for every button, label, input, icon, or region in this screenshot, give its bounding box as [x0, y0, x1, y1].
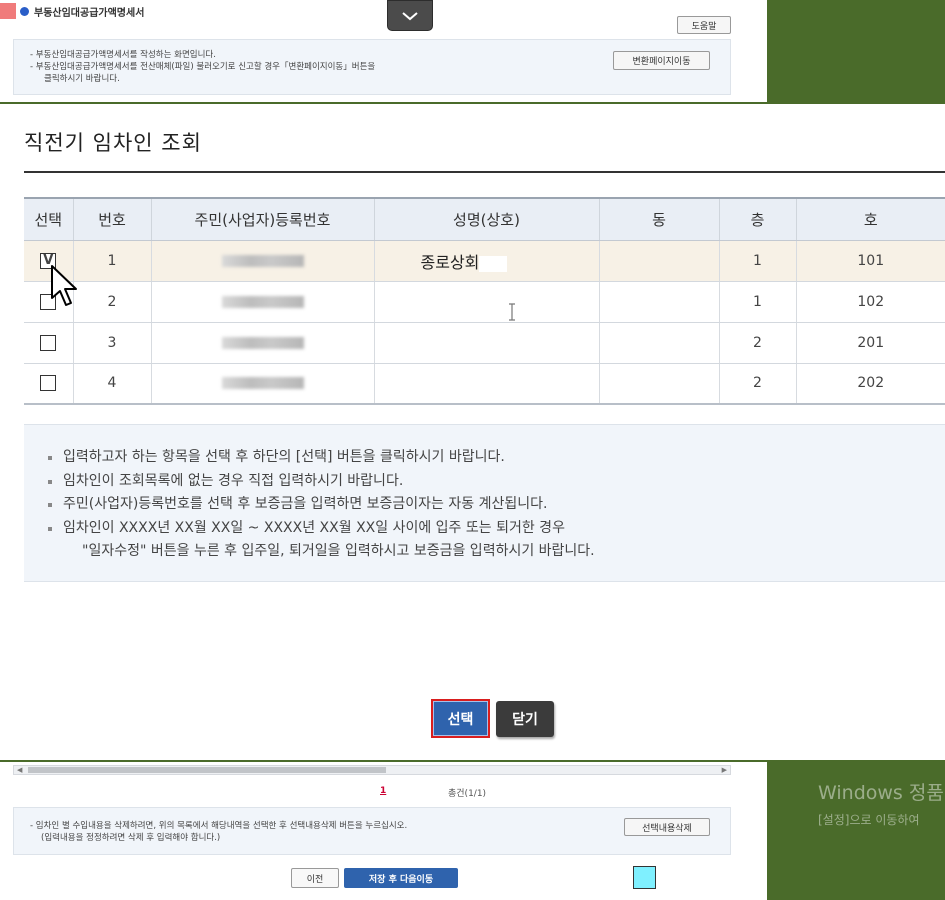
column-header-select: 선택 — [24, 197, 74, 241]
select-button[interactable]: 선택 — [431, 699, 490, 738]
delete-selected-button[interactable]: 선택내용삭제 — [624, 818, 710, 836]
pagination-total: 총건(1/1) — [448, 789, 487, 799]
registration-number-redacted — [221, 295, 304, 308]
watermark-line-2: [설정]으로 이동하여 — [818, 813, 920, 827]
pagination-current-page[interactable]: 1 — [380, 786, 386, 796]
row-checkbox[interactable] — [40, 375, 57, 392]
page-title: 부동산임대공급가액명세서 — [34, 7, 145, 19]
row-number: 1 — [73, 240, 152, 282]
bullet-icon — [48, 479, 52, 484]
instruction-item: 임차인이 XXXX년 XX월 XX일 ~ XXXX년 XX월 XX일 사이에 입… — [24, 517, 945, 541]
row-number: 3 — [73, 322, 152, 364]
mouse-pointer-icon — [51, 265, 77, 306]
scroll-right-icon[interactable]: ▶ — [722, 766, 727, 774]
instruction-item-continued: "일자수정" 버튼을 누른 후 입주일, 퇴거일을 입력하시고 보증금을 입력하… — [82, 543, 595, 559]
tenant-table: 선택 번호 주민(사업자)등록번호 성명(상호) 동 층 호 V 1 종로상회 … — [24, 197, 945, 405]
instruction-item: 주민(사업자)등록번호를 선택 후 보증금을 입력하면 보증금이자는 자동 계산… — [24, 493, 945, 517]
tenant-name: 종로상회 — [420, 252, 480, 272]
row-floor: 2 — [719, 322, 797, 364]
table-row[interactable]: 3 2 201 — [24, 322, 945, 364]
chevron-down-icon — [402, 11, 418, 20]
table-row[interactable]: 2 1 102 — [24, 281, 945, 323]
row-dong — [599, 363, 720, 405]
column-header-dong: 동 — [599, 197, 720, 241]
table-header-row: 선택 번호 주민(사업자)등록번호 성명(상호) 동 층 호 — [24, 197, 945, 241]
registration-number-redacted — [221, 336, 304, 349]
bullet-dot-icon — [20, 6, 29, 16]
bullet-icon — [48, 526, 52, 531]
scroll-left-icon[interactable]: ◀ — [17, 766, 22, 774]
previous-button[interactable]: 이전 — [291, 868, 339, 888]
watermark-line-1: Windows 정품 — [818, 782, 944, 804]
background-page-bottom: ◀ ▶ 1 총건(1/1) - 임차인 별 수입내용을 삭제하려면, 위의 목록… — [0, 762, 767, 900]
row-dong — [599, 322, 720, 364]
horizontal-scrollbar[interactable]: ◀ ▶ — [13, 765, 731, 775]
table-row[interactable]: V 1 종로상회 1 101 — [24, 240, 945, 282]
instruction-item: 임차인이 조회목록에 없는 경우 직접 입력하시기 바랍니다. — [24, 470, 945, 494]
tenant-name — [374, 322, 600, 364]
row-dong — [599, 240, 720, 282]
instruction-item: 입력하고자 하는 항목을 선택 후 하단의 [선택] 버튼을 클릭하시기 바랍니… — [24, 446, 945, 470]
row-ho: 202 — [796, 363, 945, 405]
tenant-name — [374, 281, 600, 323]
page-title-row: 부동산임대공급가액명세서 — [0, 0, 144, 22]
row-number: 4 — [73, 363, 152, 405]
save-and-next-button[interactable]: 저장 후 다음이동 — [344, 868, 458, 888]
color-marker — [633, 866, 656, 889]
row-floor: 1 — [719, 240, 797, 282]
close-button[interactable]: 닫기 — [496, 701, 554, 737]
row-ho: 201 — [796, 322, 945, 364]
row-number: 2 — [73, 281, 152, 323]
table-row[interactable]: 4 2 202 — [24, 363, 945, 405]
row-checkbox[interactable] — [40, 334, 57, 351]
row-dong — [599, 281, 720, 323]
row-floor: 1 — [719, 281, 797, 323]
column-header-number: 번호 — [73, 197, 152, 241]
tenant-lookup-modal: 직전기 임차인 조회 선택 번호 주민(사업자)등록번호 성명(상호) 동 층 … — [0, 104, 945, 760]
help-button[interactable]: 도움말 — [677, 16, 731, 34]
column-header-registration-number: 주민(사업자)등록번호 — [151, 197, 375, 241]
column-header-ho: 호 — [796, 197, 945, 241]
info-line-3: 클릭하시기 바랍니다. — [44, 74, 120, 84]
row-ho: 102 — [796, 281, 945, 323]
background-page-top: 부동산임대공급가액명세서 도움말 - 부동산임대공급가액명세서를 작성하는 화면… — [0, 0, 767, 102]
modal-title: 직전기 임차인 조회 — [24, 131, 202, 155]
text-cursor-icon — [509, 303, 515, 321]
name-redaction — [479, 255, 508, 272]
bookmark-icon — [0, 3, 16, 19]
registration-number-redacted — [221, 254, 304, 267]
windows-activation-watermark: Windows 정품 [설정]으로 이동하여 — [818, 778, 945, 828]
column-header-floor: 층 — [719, 197, 797, 241]
instructions-box: 입력하고자 하는 항목을 선택 후 하단의 [선택] 버튼을 클릭하시기 바랍니… — [24, 424, 945, 582]
bullet-icon — [48, 503, 52, 507]
convert-page-button[interactable]: 변환페이지이동 — [613, 51, 710, 70]
tenant-name — [374, 363, 600, 405]
column-header-name: 성명(상호) — [374, 197, 600, 241]
row-ho: 101 — [796, 240, 945, 282]
bullet-icon — [48, 456, 52, 460]
title-divider — [24, 171, 945, 173]
collapse-toggle-button[interactable] — [387, 0, 433, 31]
scrollbar-thumb[interactable] — [28, 767, 386, 773]
row-floor: 2 — [719, 363, 797, 405]
registration-number-redacted — [221, 377, 304, 390]
